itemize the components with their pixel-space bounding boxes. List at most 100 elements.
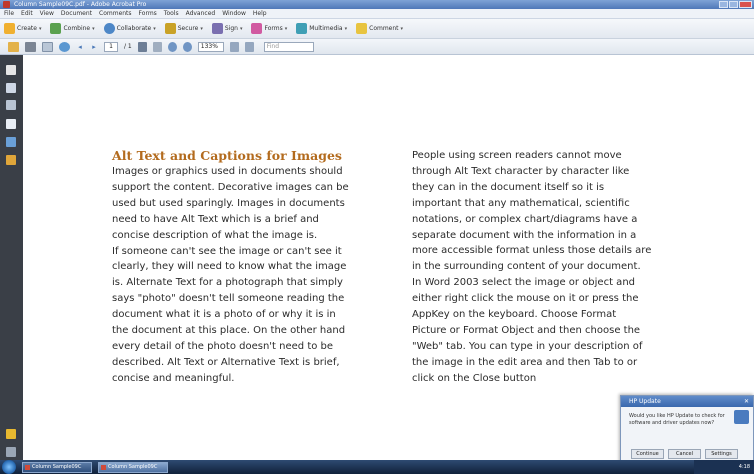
menu-edit[interactable]: Edit: [21, 9, 33, 18]
chevron-down-icon: ▾: [200, 25, 203, 32]
create-icon: [4, 23, 15, 34]
previous-page-icon[interactable]: ◂: [76, 42, 84, 52]
signatures-icon[interactable]: [6, 100, 16, 110]
hp-update-dialog: HP Update ✕ Would you like HP Update to …: [620, 395, 754, 465]
fit-page-icon[interactable]: [229, 41, 239, 52]
sign-button[interactable]: Sign ▾: [211, 23, 243, 34]
document-heading: Alt Text and Captions for Images: [112, 148, 342, 163]
comment-icon: [356, 23, 368, 34]
print-icon[interactable]: [25, 41, 36, 52]
attachments-icon[interactable]: [6, 119, 16, 129]
combine-button[interactable]: Combine ▾: [50, 23, 95, 34]
menu-bar: File Edit View Document Comments Forms T…: [0, 9, 754, 19]
menu-advanced[interactable]: Advanced: [186, 9, 216, 18]
zoom-level-select[interactable]: 133%: [197, 41, 224, 52]
menu-document[interactable]: Document: [61, 9, 92, 18]
hp-update-icon: [734, 410, 749, 424]
text-line: clearly, they will need to know what the…: [112, 261, 347, 273]
close-icon[interactable]: ✕: [743, 398, 750, 405]
comment-button[interactable]: Comment ▾: [356, 23, 403, 34]
window-controls: [719, 1, 752, 8]
comments-icon[interactable]: [6, 429, 16, 439]
bookmarks-icon[interactable]: [6, 83, 16, 93]
hand-tool-icon[interactable]: [152, 41, 162, 52]
settings-button[interactable]: Settings: [705, 449, 738, 459]
tasks-toolbar: Create ▾ Combine ▾ Collaborate ▾ Secure …: [0, 19, 754, 39]
text-line: in the surrounding content of your docum…: [412, 261, 641, 273]
menu-window[interactable]: Window: [222, 9, 246, 18]
page-total: / 1: [124, 43, 132, 50]
close-button[interactable]: [739, 1, 752, 8]
right-column: People using screen readers cannot move …: [412, 148, 674, 387]
menu-comments[interactable]: Comments: [99, 9, 132, 18]
collaborate-button[interactable]: Collaborate ▾: [103, 23, 156, 34]
model-tree-icon[interactable]: [6, 155, 16, 165]
collaborate-label: Collaborate: [116, 25, 152, 32]
windows-taskbar: Column Sample09C Column Sample09C 4:18: [0, 460, 754, 474]
taskbar-button[interactable]: Column Sample09C: [22, 461, 92, 473]
text-line: either right click the mouse on it or pr…: [412, 293, 639, 305]
layers-icon[interactable]: [6, 137, 16, 147]
text-line: the document at this place. On the other…: [112, 325, 346, 337]
combine-icon: [50, 23, 62, 34]
start-button[interactable]: [2, 460, 16, 474]
chevron-down-icon: ▾: [239, 25, 243, 32]
text-line: "Web" tab. You can type in your descript…: [412, 340, 643, 352]
zoom-in-icon[interactable]: [182, 41, 192, 52]
system-tray-clock[interactable]: 4:18: [694, 460, 754, 474]
find-input[interactable]: Find: [263, 41, 314, 52]
text-line: support the content. Decorative images c…: [112, 181, 349, 193]
multimedia-button[interactable]: Multimedia ▾: [296, 23, 347, 34]
continue-button[interactable]: Continue: [631, 449, 664, 459]
page-number-input[interactable]: 1: [104, 41, 118, 52]
forms-icon: [251, 23, 263, 34]
text-line: every detail of the photo doesn't need t…: [112, 340, 334, 352]
window-title: Column Sample09C.pdf - Adobe Acrobat Pro: [14, 1, 147, 8]
dialog-buttons: Continue Cancel Settings: [631, 449, 738, 459]
chevron-down-icon: ▾: [153, 25, 156, 32]
menu-tools[interactable]: Tools: [164, 9, 179, 18]
select-tool-icon[interactable]: [137, 41, 147, 52]
menu-forms[interactable]: Forms: [139, 9, 157, 18]
taskbar-button-active[interactable]: Column Sample09C: [98, 461, 168, 473]
create-label: Create: [17, 25, 37, 32]
pages-icon[interactable]: [6, 65, 16, 75]
mail-icon[interactable]: [42, 41, 53, 52]
text-line: important that any mathematical, scienti…: [412, 197, 630, 209]
menu-help[interactable]: Help: [253, 9, 267, 18]
text-line: described. Alt Text or Alternative Text …: [112, 356, 340, 368]
text-line: through Alt Text character by character …: [412, 165, 630, 177]
attachment-clip-icon[interactable]: [6, 447, 16, 457]
minimize-button[interactable]: [719, 1, 728, 8]
cancel-button[interactable]: Cancel: [668, 449, 701, 459]
fit-width-icon[interactable]: [244, 41, 254, 52]
forms-button[interactable]: Forms ▾: [251, 23, 287, 34]
chevron-down-icon: ▾: [38, 25, 42, 32]
acrobat-icon: [3, 1, 10, 8]
left-column: Alt Text and Captions for Images Images …: [112, 148, 372, 387]
folder-open-icon[interactable]: [8, 41, 19, 52]
taskbar-button-label: Column Sample09C: [108, 463, 158, 470]
taskbar-button-label: Column Sample09C: [32, 463, 82, 470]
text-line: more accessible format unless those deta…: [412, 245, 652, 257]
comment-label: Comment: [369, 25, 399, 32]
navigation-toolbar: ◂ ▸ 1 / 1 133% Find: [0, 39, 754, 55]
text-line: separate document with the information i…: [412, 229, 637, 241]
globe-icon[interactable]: [59, 41, 70, 52]
menu-file[interactable]: File: [4, 9, 14, 18]
right-column-text: People using screen readers cannot move …: [412, 148, 674, 387]
menu-view[interactable]: View: [40, 9, 54, 18]
text-line: document what it is a photo of or why it…: [112, 309, 336, 321]
next-page-icon[interactable]: ▸: [90, 42, 98, 52]
acrobat-icon: [25, 464, 30, 470]
window-title-bar[interactable]: Column Sample09C.pdf - Adobe Acrobat Pro: [0, 0, 754, 9]
secure-button[interactable]: Secure ▾: [164, 23, 203, 34]
chevron-down-icon: ▾: [400, 25, 404, 32]
create-button[interactable]: Create ▾: [4, 23, 41, 34]
text-line: Picture or Format Object and then choose…: [412, 324, 641, 336]
text-line: used but used sparingly. Images in docum…: [112, 197, 345, 209]
zoom-out-icon[interactable]: [167, 41, 177, 52]
collaborate-icon: [103, 23, 115, 34]
text-line: notations, or complex chart/diagrams hav…: [412, 213, 638, 225]
maximize-button[interactable]: [729, 1, 738, 8]
